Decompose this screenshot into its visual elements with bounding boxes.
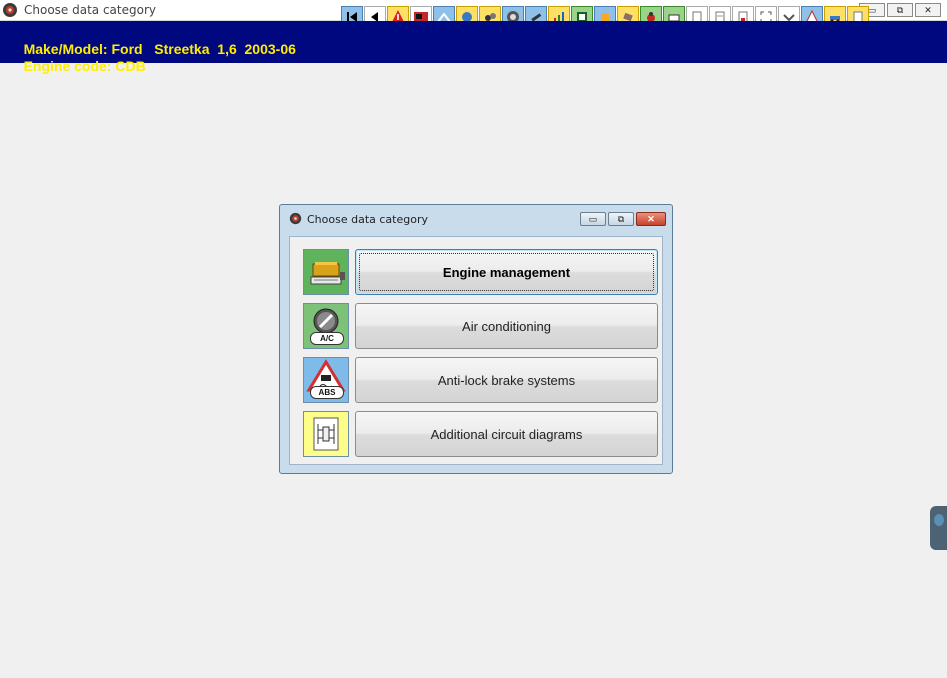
abs-icon[interactable]: ABS <box>303 357 349 403</box>
ac-badge: A/C <box>310 332 344 345</box>
dialog-minimize-button[interactable]: ▭ <box>580 212 606 226</box>
dialog-close-button[interactable]: ✕ <box>636 212 666 226</box>
additional-circuit-diagrams-button[interactable]: Additional circuit diagrams <box>355 411 658 457</box>
choose-category-dialog: Choose data category ▭ ⧉ ✕ Engine manage… <box>279 204 673 474</box>
anti-lock-brake-systems-button[interactable]: Anti-lock brake systems <box>355 357 658 403</box>
engine-management-button[interactable]: Engine management <box>355 249 658 295</box>
engine-code-value: : CDB <box>106 58 146 74</box>
abs-badge: ABS <box>310 386 344 399</box>
ac-icon[interactable]: A/C <box>303 303 349 349</box>
dialog-logo-icon <box>289 212 302 225</box>
category-row-engine: Engine management <box>303 249 658 295</box>
circuit-icon[interactable] <box>303 411 349 457</box>
category-list: Engine management A/C Air conditioning A… <box>289 236 663 465</box>
dialog-title-bar[interactable]: Choose data category ▭ ⧉ ✕ <box>287 209 666 229</box>
category-row-abs: ABS Anti-lock brake systems <box>303 357 658 403</box>
category-row-circuit: Additional circuit diagrams <box>303 411 658 457</box>
dialog-controls: ▭ ⧉ ✕ <box>580 212 666 226</box>
restore-button[interactable]: ⧉ <box>887 3 913 17</box>
side-panel-tab[interactable] <box>930 506 947 550</box>
close-button[interactable]: ✕ <box>915 3 941 17</box>
app-logo-icon <box>3 3 17 17</box>
vehicle-info-banner: Make/Model: Ford Streetka 1,6 2003-06 En… <box>0 21 947 74</box>
air-conditioning-button[interactable]: Air conditioning <box>355 303 658 349</box>
engine-code-label: Engine code <box>23 58 107 74</box>
dialog-title: Choose data category <box>307 213 428 226</box>
engine-icon[interactable] <box>303 249 349 295</box>
dialog-restore-button[interactable]: ⧉ <box>608 212 634 226</box>
category-row-ac: A/C Air conditioning <box>303 303 658 349</box>
engine-code-row: Engine code: CDB <box>8 42 146 90</box>
window-title: Choose data category <box>24 3 156 17</box>
window-controls: ▭ ⧉ ✕ <box>859 3 941 17</box>
